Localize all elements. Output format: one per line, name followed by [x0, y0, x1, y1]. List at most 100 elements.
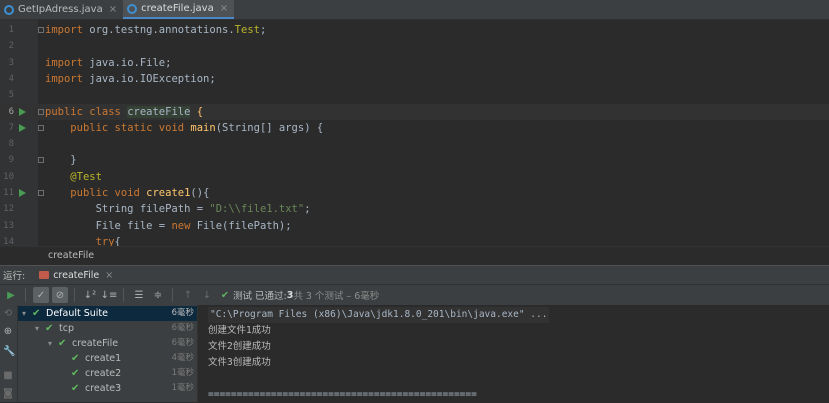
code-text: import org.testng.annotations.Test; — [45, 24, 267, 36]
test-tree-node[interactable]: ▾ ✔ createFile 6毫秒 — [18, 336, 197, 351]
code-line: 5 — [0, 87, 829, 103]
stop-square-icon[interactable]: ■ — [3, 371, 13, 381]
passed-check-icon: ✔ — [221, 289, 229, 301]
test-tree-node[interactable]: ✔ create3 1毫秒 — [18, 381, 197, 396]
run-class-icon[interactable] — [19, 107, 26, 116]
console-line: "C:\Program Files (x86)\Java\jdk1.8.0_20… — [208, 307, 550, 323]
expand-all-icon[interactable]: ☰ — [131, 287, 147, 303]
code-text: import java.io.IOException; — [45, 72, 216, 85]
test-tree-node[interactable]: ▾ ✔ tcp 6毫秒 — [18, 321, 197, 336]
code-line: 14 try{ — [0, 234, 829, 246]
fold-icon[interactable] — [38, 27, 44, 33]
settings-wrench-icon[interactable]: 🔧 — [3, 347, 15, 357]
passed-check-icon: ✔ — [32, 308, 41, 319]
line-number: 1 — [8, 25, 14, 35]
run-toolbar: ▶ ✓ ⊘ ↓² ↓≡ ☰ ≑ ↑ ↓ ✔ 测试 已通过: 3 共 3 个测试 … — [0, 284, 829, 306]
tab-getipadress[interactable]: GetIpAdress.java × — [0, 0, 123, 19]
toggle-auto-test-icon[interactable]: ⊕ — [3, 327, 13, 337]
run-config-tab[interactable]: createFile × — [39, 270, 113, 281]
test-name: tcp — [59, 323, 74, 334]
chevron-down-icon[interactable]: ▾ — [22, 306, 26, 321]
line-number: 7 — [8, 122, 14, 133]
run-main-icon[interactable] — [19, 123, 26, 132]
code-editor[interactable]: 1 import org.testng.annotations.Test; 2 3 im… — [0, 20, 829, 246]
run-test-icon[interactable] — [19, 189, 26, 197]
show-passed-icon[interactable]: ✓ — [33, 287, 49, 303]
toolbar-separator — [172, 288, 173, 302]
line-number: 14 — [3, 236, 14, 246]
code-line: 1 import org.testng.annotations.Test; — [0, 22, 829, 38]
code-line: 13 File file = new File(filePath); — [0, 218, 829, 234]
code-line: 11 public void create1(){ — [0, 185, 829, 201]
test-name: create3 — [85, 383, 122, 394]
code-text: @Test — [70, 170, 102, 183]
editor-tab-bar: GetIpAdress.java × createFile.java × — [0, 0, 829, 20]
collapse-all-icon[interactable]: ≑ — [150, 287, 166, 303]
line-number: 10 — [3, 171, 14, 182]
stop-icon[interactable]: ⟲ — [3, 309, 13, 319]
tab-label: GetIpAdress.java — [18, 4, 103, 15]
line-number: 5 — [8, 90, 14, 101]
test-name: create1 — [85, 353, 122, 364]
next-failed-icon[interactable]: ↓ — [199, 287, 215, 303]
breadcrumb[interactable]: createFile — [0, 246, 829, 264]
code-line: 9 } — [0, 152, 829, 168]
console-output[interactable]: "C:\Program Files (x86)\Java\jdk1.8.0_20… — [198, 305, 829, 402]
previous-failed-icon[interactable]: ↑ — [180, 287, 196, 303]
status-suffix: 共 3 个测试 – 6毫秒 — [293, 291, 380, 302]
java-class-icon — [127, 3, 138, 14]
sort-alpha-icon[interactable]: ↓² — [82, 287, 98, 303]
tab-createfile[interactable]: createFile.java × — [123, 0, 235, 19]
close-icon[interactable]: × — [109, 4, 117, 15]
fold-icon[interactable] — [38, 108, 44, 115]
passed-check-icon: ✔ — [71, 353, 80, 364]
test-tree-node[interactable]: ▾ ✔ Default Suite 6毫秒 — [18, 306, 197, 321]
passed-check-icon: ✔ — [45, 323, 54, 334]
code-line: 3 import java.io.File; — [0, 55, 829, 71]
fold-icon[interactable] — [38, 124, 44, 131]
test-name: createFile — [72, 338, 119, 349]
toolbar-separator — [74, 288, 75, 302]
rerun-icon[interactable]: ▶ — [3, 287, 19, 303]
code-text: public static void main(String[] args) { — [70, 121, 324, 134]
passed-check-icon: ✔ — [58, 338, 67, 349]
test-tree-node[interactable]: ✔ create1 4毫秒 — [18, 351, 197, 366]
run-side-toolbar: ⟲ ⊕ 🔧 ■ ◙ — [0, 305, 18, 402]
code-text: } — [45, 154, 77, 167]
line-number: 2 — [8, 41, 14, 52]
java-class-icon — [4, 4, 14, 15]
camera-icon[interactable]: ◙ — [3, 389, 13, 399]
line-number: 13 — [3, 220, 14, 231]
sort-duration-icon[interactable]: ↓≡ — [101, 287, 118, 303]
test-name: Default Suite — [46, 308, 108, 319]
passed-check-icon: ✔ — [71, 368, 80, 379]
line-number: 11 — [3, 188, 14, 198]
testng-config-icon — [39, 271, 50, 279]
code-text: import java.io.File; — [45, 56, 172, 69]
passed-check-icon: ✔ — [71, 383, 80, 394]
test-tree-node[interactable]: ✔ create2 1毫秒 — [18, 366, 197, 381]
code-text: try{ — [95, 235, 121, 246]
run-config-label: createFile — [53, 269, 100, 281]
fold-icon[interactable] — [38, 190, 44, 196]
console-line: 文件2创建成功 — [208, 341, 271, 352]
chevron-down-icon[interactable]: ▾ — [48, 336, 52, 351]
line-number: 6 — [8, 106, 14, 117]
test-duration: 1毫秒 — [171, 383, 194, 393]
code-text: public void create1(){ — [70, 187, 210, 199]
console-line: ========================================… — [208, 389, 477, 400]
code-text: String filePath = "D:\\file1.txt"; — [45, 203, 311, 216]
code-line: 10 @Test — [0, 169, 829, 185]
test-duration: 4毫秒 — [171, 353, 194, 363]
status-passed-count: 3 — [286, 289, 294, 301]
tab-label: createFile.java — [141, 3, 214, 14]
test-status: ✔ 测试 已通过: 3 共 3 个测试 – 6毫秒 — [221, 288, 380, 303]
close-icon[interactable]: × — [220, 3, 228, 14]
line-number: 9 — [8, 155, 14, 166]
line-number: 8 — [8, 139, 14, 150]
fold-icon[interactable] — [38, 157, 44, 164]
show-ignored-icon[interactable]: ⊘ — [52, 287, 68, 303]
chevron-down-icon[interactable]: ▾ — [35, 321, 39, 336]
toolbar-separator — [25, 288, 26, 302]
close-icon[interactable]: × — [105, 270, 113, 281]
